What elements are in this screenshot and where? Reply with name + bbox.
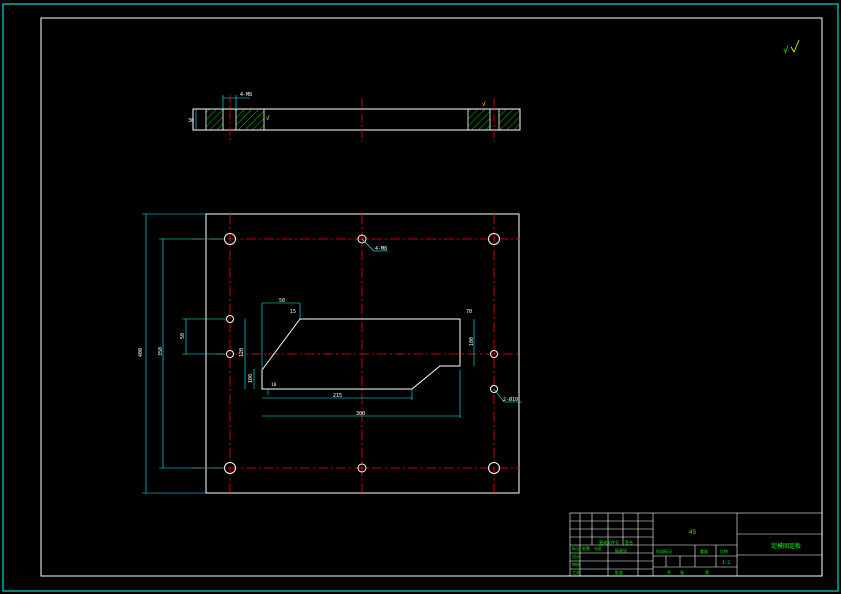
side-roughness-left: √: [266, 115, 270, 122]
dim-slot-height: 100: [469, 337, 475, 346]
dim-left-3: 100: [248, 374, 254, 383]
dimensions: [142, 213, 522, 494]
dim-corner: 15: [290, 309, 296, 315]
hole-callout-top: 4-M8: [375, 246, 387, 252]
side-section-right-2: [498, 108, 521, 131]
tb-label-12: 比例: [720, 548, 728, 554]
tb-scale: 1:2: [722, 560, 730, 566]
dim-bottom-outer: 300: [356, 411, 365, 417]
tb-label-7: 审核: [572, 561, 580, 567]
side-section-left-2: [235, 108, 265, 131]
tb-part-name: 定模固定板: [771, 542, 801, 550]
dim-slot-top: 50: [279, 298, 285, 304]
dim-height-inner: 350: [158, 347, 164, 356]
dim-height-outer: 400: [138, 348, 144, 357]
dim-left-2: 120: [239, 348, 245, 357]
tb-label-13: 共: [667, 569, 671, 575]
dim-bottom-inner: 215: [333, 393, 342, 399]
tb-label-15: 第: [705, 569, 709, 575]
tb-label-11: 重量: [700, 548, 708, 554]
title-block-text: 45 定模固定板 1:2 标记 处数 分区 更改文件号 签名 设计 标准化 审核…: [572, 529, 801, 575]
tb-label-5: 设计: [572, 553, 580, 559]
side-roughness-right: √: [482, 101, 486, 108]
side-thickness-dim: 30: [188, 118, 194, 124]
plate-outline: [205, 213, 520, 494]
dim-slot-right: 70: [466, 309, 472, 315]
outer-border: [2, 3, 839, 592]
cad-drawing: √ 4-M8 30 √ √ 400 350 50 120 100 50 15 7…: [2, 3, 839, 592]
side-section-left-1: [205, 108, 224, 131]
tb-label-0: 标记: [572, 545, 580, 551]
tb-label-3: 更改文件号: [599, 539, 619, 545]
tb-label-14: 张: [680, 569, 684, 575]
tb-label-8: 工艺: [572, 570, 580, 575]
side-section-right-1: [467, 108, 491, 131]
tb-label-6: 标准化: [615, 547, 627, 553]
tb-label-4: 签名: [625, 539, 633, 545]
tb-label-1: 处数: [582, 545, 590, 551]
plan-view: 400 350 50 120 100 50 15 70 100 10 215 3…: [138, 213, 522, 494]
dim-small: 10: [271, 382, 277, 388]
side-hole-callout: 4-M8: [240, 92, 252, 98]
tb-label-2: 分区: [594, 545, 602, 551]
tb-material: 45: [689, 529, 697, 536]
side-view: 4-M8 30 √ √: [188, 92, 521, 142]
tb-label-10: 阶段标记: [656, 548, 672, 554]
roughness-symbol: √: [783, 39, 800, 56]
roughness-text: √: [783, 45, 789, 56]
hole-callout-right: 2-Ø10: [503, 396, 518, 403]
inner-border: [40, 17, 823, 577]
tb-label-9: 批准: [615, 569, 623, 575]
dim-left-1: 50: [180, 333, 186, 339]
